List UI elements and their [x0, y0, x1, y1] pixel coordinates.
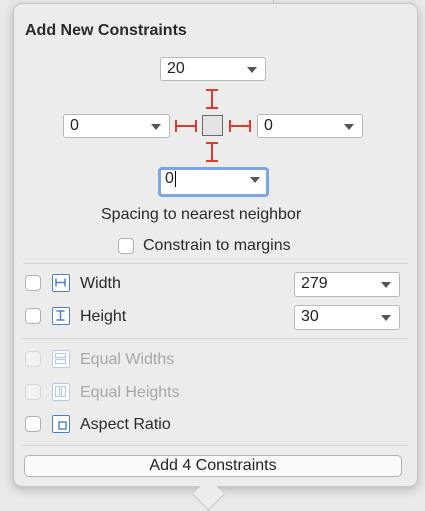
right-spacing-combo[interactable]: 0: [257, 114, 363, 138]
right-constraint-toggle[interactable]: [229, 120, 251, 132]
chevron-down-icon[interactable]: [381, 282, 391, 288]
height-value-combo[interactable]: 30: [294, 305, 400, 330]
popover-title: Add New Constraints: [25, 22, 187, 39]
left-spacing-value: 0: [70, 117, 79, 134]
bottom-spacing-combo[interactable]: 0: [158, 167, 269, 197]
equal-heights-label: Equal Heights: [80, 384, 180, 401]
equal-widths-checkbox[interactable]: [25, 351, 41, 367]
spacing-label: Spacing to nearest neighbor: [101, 206, 302, 223]
width-constraint-icon: [52, 274, 70, 292]
left-spacing-combo[interactable]: 0: [63, 114, 170, 138]
aspect-ratio-label: Aspect Ratio: [80, 416, 171, 433]
constrain-to-margins-label: Constrain to margins: [143, 237, 291, 254]
width-value: 279: [301, 275, 328, 292]
constrain-to-margins-checkbox[interactable]: [118, 238, 134, 254]
height-label: Height: [80, 308, 127, 325]
equal-widths-icon: [52, 350, 70, 368]
width-checkbox[interactable]: [25, 275, 41, 291]
top-spacing-value: 20: [167, 60, 185, 77]
aspect-ratio-checkbox[interactable]: [25, 416, 41, 432]
chevron-down-icon[interactable]: [247, 67, 257, 73]
top-constraint-toggle[interactable]: [206, 89, 218, 109]
view-placeholder-box: [202, 115, 223, 136]
height-checkbox[interactable]: [25, 308, 41, 324]
bottom-constraint-toggle[interactable]: [206, 142, 218, 162]
equal-heights-checkbox[interactable]: [25, 384, 41, 400]
width-value-combo[interactable]: 279: [294, 272, 400, 297]
chevron-down-icon[interactable]: [381, 315, 391, 321]
equal-widths-label: Equal Widths: [80, 351, 175, 368]
chevron-down-icon[interactable]: [250, 177, 260, 183]
height-value: 30: [301, 308, 319, 325]
equal-heights-icon: [52, 383, 70, 401]
divider: [23, 445, 408, 446]
top-spacing-combo[interactable]: 20: [160, 57, 266, 81]
divider: [23, 263, 408, 264]
right-spacing-value: 0: [264, 117, 273, 134]
height-constraint-icon: [52, 307, 70, 325]
aspect-ratio-icon: [52, 415, 70, 433]
chevron-down-icon[interactable]: [151, 124, 161, 130]
left-constraint-toggle[interactable]: [175, 120, 197, 132]
bottom-spacing-value: 0: [165, 170, 174, 187]
width-label: Width: [80, 275, 121, 292]
text-cursor: [174, 170, 176, 187]
chevron-down-icon[interactable]: [344, 124, 354, 130]
add-constraints-button[interactable]: Add 4 Constraints: [24, 455, 402, 477]
divider: [23, 338, 408, 339]
